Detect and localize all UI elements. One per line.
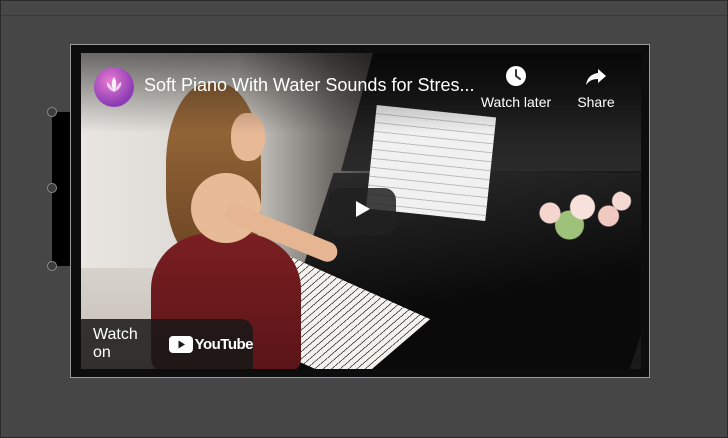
youtube-wordmark: YouTube <box>194 335 254 353</box>
watch-later-label: Watch later <box>480 94 552 110</box>
channel-avatar[interactable] <box>94 67 134 107</box>
video-title[interactable]: Soft Piano With Water Sounds for Stres..… <box>144 75 474 96</box>
clock-icon <box>479 65 553 90</box>
lotus-icon <box>103 74 125 101</box>
youtube-logo-icon: YouTube <box>168 335 254 353</box>
resize-handle-top[interactable] <box>47 107 57 117</box>
watch-later-button[interactable]: Watch later <box>479 65 553 110</box>
share-label: Share <box>577 94 615 110</box>
video-player[interactable]: Soft Piano With Water Sounds for Stres..… <box>81 53 641 369</box>
share-button[interactable]: Share <box>571 65 621 110</box>
play-icon <box>352 199 372 224</box>
watch-on-youtube-button[interactable]: Watch on YouTube <box>81 319 254 369</box>
watch-on-label: Watch on <box>93 326 138 361</box>
video-embed[interactable]: Soft Piano With Water Sounds for Stres..… <box>70 44 650 378</box>
share-arrow-icon <box>571 65 621 90</box>
resize-handle-middle[interactable] <box>47 183 57 193</box>
top-toolbar-strip <box>1 1 727 16</box>
resize-handle-bottom[interactable] <box>47 261 57 271</box>
play-button[interactable] <box>328 188 396 235</box>
